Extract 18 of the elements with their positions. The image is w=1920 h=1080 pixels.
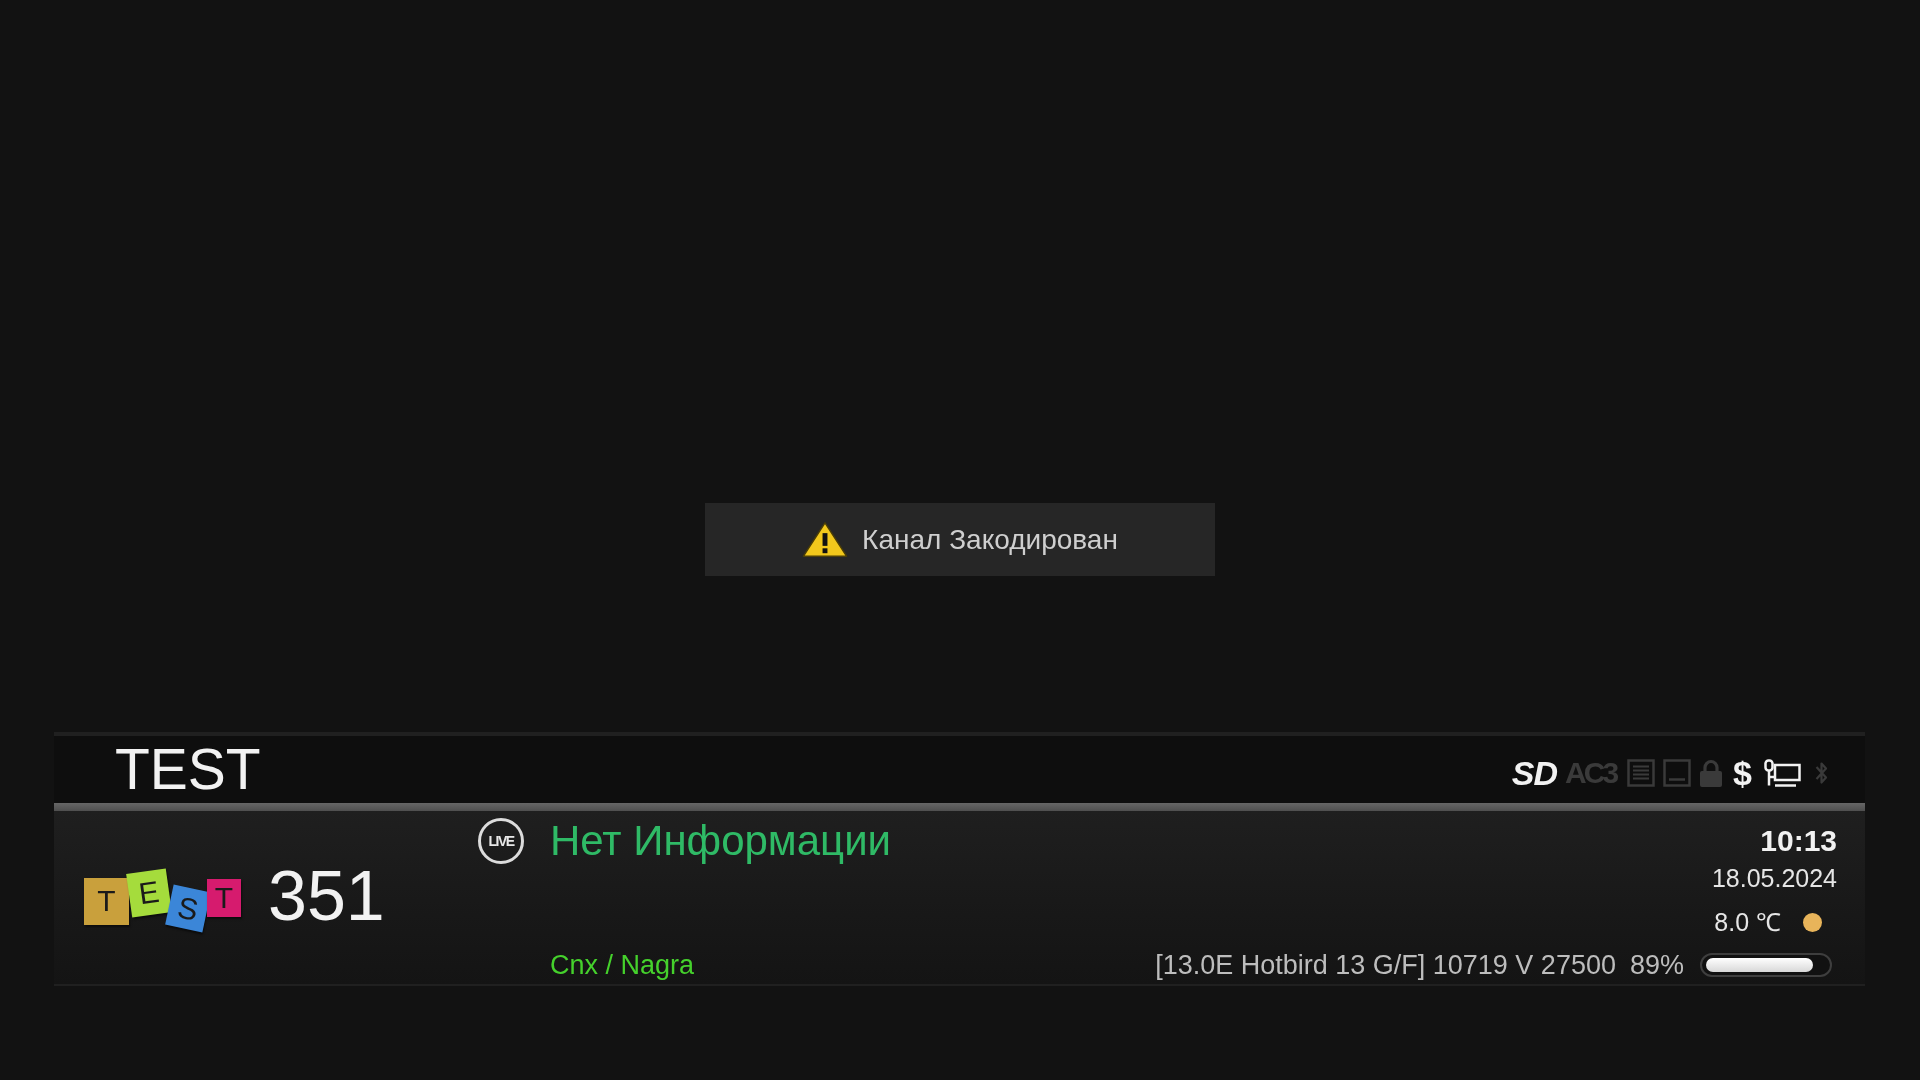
warning-icon (802, 521, 849, 558)
signal-reading: 89% (1629, 949, 1684, 981)
channel-name: TEST (115, 741, 261, 798)
video-format-indicator: SD (1511, 757, 1558, 788)
logo-letter-tile: T (84, 877, 129, 925)
encryption-system: Cnx / Nagra (550, 949, 695, 981)
status-dot-icon (1803, 912, 1822, 932)
live-badge: LIVE (478, 818, 524, 864)
logo-letter-tile: T (207, 879, 241, 917)
channel-number: 351 (268, 861, 385, 931)
transponder-info: [13.0E Hotbird 13 G/F] 10719 V 27500 (1155, 949, 1616, 981)
date-text: 18.05.2024 (1711, 863, 1837, 893)
clock-time: 10:13 (1760, 823, 1837, 859)
event-title: Нет Информации (550, 816, 892, 866)
temperature-reading: 8.0 ℃ (1714, 907, 1781, 937)
message-text: Канал Закодирован (862, 523, 1118, 556)
currency-indicator: $ (1733, 757, 1752, 788)
logo-letter-tile: E (126, 868, 172, 918)
